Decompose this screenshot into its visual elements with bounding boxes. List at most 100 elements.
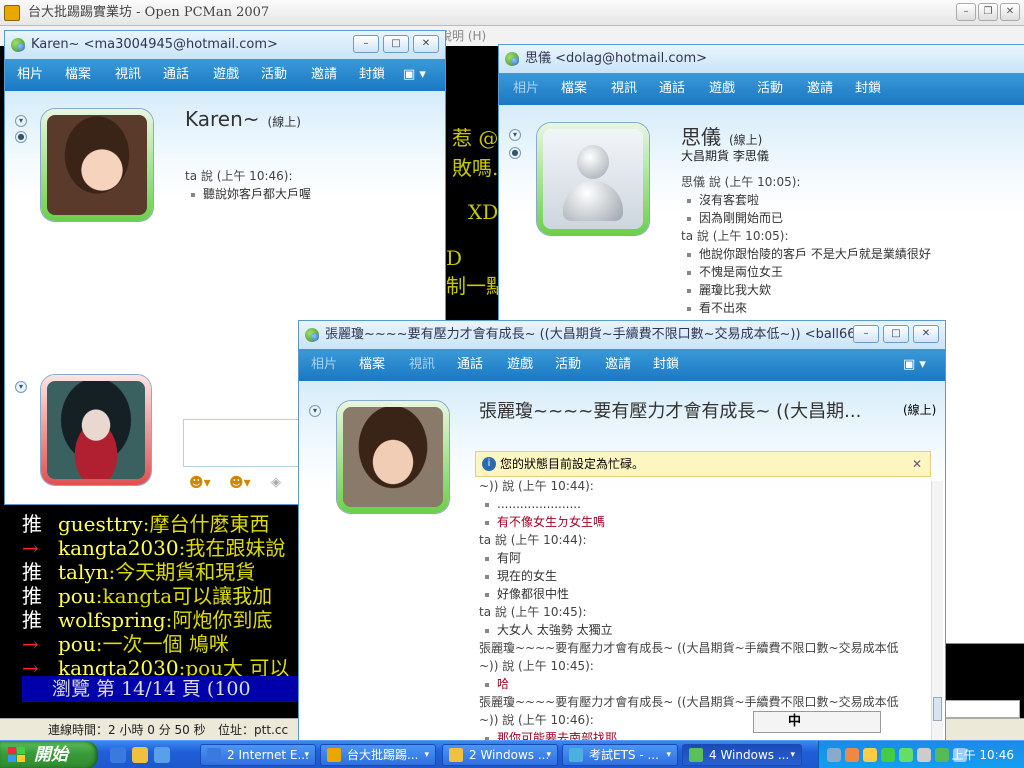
- menu-video[interactable]: 視訊: [409, 349, 435, 381]
- push-line: 推 pou:kangta可以讓我加: [22, 584, 272, 608]
- message-text: 哈: [479, 675, 925, 693]
- taskbar-button[interactable]: 2 Internet E... ▾: [200, 744, 316, 766]
- chat-title-bar[interactable]: 張麗瓊~~~~要有壓力才會有成長~ ((大昌期貨~手續費不限口數~交易成本低~)…: [299, 321, 945, 349]
- msn-buddy-icon: [305, 328, 319, 342]
- tray-icon[interactable]: [863, 748, 877, 762]
- tray-icon[interactable]: [845, 748, 859, 762]
- collapse-icon[interactable]: ▾: [15, 381, 27, 393]
- menu-block[interactable]: 封鎖: [653, 349, 679, 381]
- menu-activities[interactable]: 活動: [757, 73, 783, 105]
- maximize-button[interactable]: □: [383, 35, 409, 53]
- message-text: 聽說妳客戶都大戶喔: [185, 185, 311, 203]
- menu-games[interactable]: 遊戲: [213, 59, 239, 91]
- contact-name-text: 思儀: [681, 125, 721, 149]
- webcam-icon[interactable]: ●: [509, 147, 521, 159]
- menu-more-icon[interactable]: ▣ ▾: [403, 59, 426, 91]
- message-text: 有不像女生ㄉ女生嗎: [479, 513, 925, 531]
- message-text: 因為剛開始而已: [681, 209, 931, 227]
- message-sender: 思儀 說 (上午 10:05):: [681, 175, 801, 189]
- push-user: kangta2030: [58, 536, 179, 560]
- system-tray: 上午 10:46: [818, 741, 1024, 768]
- chat-toolbar: 相片 檔案 視訊 通話 遊戲 活動 邀請 封鎖 ▣ ▾: [5, 59, 445, 91]
- gear-quicklaunch-icon[interactable]: [132, 747, 148, 763]
- browser-quicklaunch-icon[interactable]: [154, 747, 170, 763]
- nudge-icon[interactable]: ◈: [271, 475, 281, 490]
- conversation: ta 說 (上午 10:46): 聽說妳客戶都大戶喔: [185, 167, 311, 203]
- emoticon-icon[interactable]: ☻▾: [189, 475, 211, 491]
- close-button[interactable]: ✕: [913, 325, 939, 343]
- terminal-pager: 瀏覽 第 14/14 頁 (100: [22, 676, 322, 702]
- taskbar-button[interactable]: 4 Windows ... ▾: [682, 744, 802, 766]
- pcman-title-bar[interactable]: 台大批踢踢實業坊 - Open PCMan 2007 – ❐ ✕: [0, 0, 1024, 26]
- menu-more-icon[interactable]: ▣ ▾: [903, 349, 926, 381]
- close-button[interactable]: ✕: [1000, 3, 1020, 21]
- menu-activities[interactable]: 活動: [261, 59, 287, 91]
- chat-title-bar[interactable]: Karen~ <ma3004945@hotmail.com> – □ ✕: [5, 31, 445, 59]
- minimize-button[interactable]: –: [956, 3, 976, 21]
- taskbar-app-icon: [449, 748, 463, 762]
- taskbar-button[interactable]: 台大批踢踢... ▾: [320, 744, 436, 766]
- message-text: 不愧是兩位女王: [681, 263, 931, 281]
- menu-block[interactable]: 封鎖: [359, 59, 385, 91]
- conversation-scrollbar[interactable]: [931, 481, 943, 743]
- window-title: 思儀 <dolag@hotmail.com>: [525, 51, 707, 66]
- tray-icon[interactable]: [899, 748, 913, 762]
- menu-call[interactable]: 通話: [659, 73, 685, 105]
- menu-photos[interactable]: 相片: [311, 349, 337, 381]
- menu-activities[interactable]: 活動: [555, 349, 581, 381]
- tray-icon[interactable]: [935, 748, 949, 762]
- contact-photo: [47, 115, 147, 215]
- tray-icon[interactable]: [881, 748, 895, 762]
- menu-games[interactable]: 遊戲: [507, 349, 533, 381]
- contact-avatar[interactable]: [41, 109, 153, 221]
- taskbar-app-icon: [327, 748, 341, 762]
- webcam-icon[interactable]: ●: [15, 131, 27, 143]
- chevron-down-icon: ▾: [666, 750, 671, 760]
- minimize-button[interactable]: –: [353, 35, 379, 53]
- chat-title-bar[interactable]: 思儀 <dolag@hotmail.com>: [499, 45, 1024, 73]
- menu-file[interactable]: 檔案: [359, 349, 385, 381]
- menu-block[interactable]: 封鎖: [855, 73, 881, 105]
- menu-photos[interactable]: 相片: [513, 73, 539, 105]
- menu-call[interactable]: 通話: [163, 59, 189, 91]
- menu-invite[interactable]: 邀請: [807, 73, 833, 105]
- my-avatar[interactable]: [41, 375, 151, 485]
- maximize-button[interactable]: □: [883, 325, 909, 343]
- push-tag: →: [22, 536, 39, 560]
- collapse-icon[interactable]: ▾: [509, 129, 521, 141]
- tray-icon[interactable]: [917, 748, 931, 762]
- collapse-icon[interactable]: ▾: [15, 115, 27, 127]
- tray-icon[interactable]: [827, 748, 841, 762]
- menu-file[interactable]: 檔案: [65, 59, 91, 91]
- start-button[interactable]: 開始: [0, 741, 98, 768]
- dismiss-icon[interactable]: ✕: [912, 452, 922, 476]
- menu-call[interactable]: 通話: [457, 349, 483, 381]
- close-button[interactable]: ✕: [413, 35, 439, 53]
- menu-invite[interactable]: 邀請: [605, 349, 631, 381]
- busy-notice-bar: i 您的狀態目前設定為忙碌。 ✕: [475, 451, 931, 477]
- taskbar-app-icon: [569, 748, 583, 762]
- menu-help[interactable]: 說明 (H): [440, 26, 486, 46]
- my-photo: [47, 381, 145, 479]
- maximize-button[interactable]: ❐: [978, 3, 998, 21]
- chevron-down-icon: ▾: [424, 750, 429, 760]
- push-user: pou: [58, 584, 96, 608]
- wink-icon[interactable]: ☻▾: [229, 475, 251, 491]
- contact-status: (線上): [267, 115, 301, 129]
- menu-photos[interactable]: 相片: [17, 59, 43, 91]
- taskbar-button[interactable]: 2 Windows ... ▾: [442, 744, 558, 766]
- contact-avatar[interactable]: [337, 401, 449, 513]
- menu-video[interactable]: 視訊: [115, 59, 141, 91]
- message-text: 沒有客套啦: [681, 191, 931, 209]
- menu-video[interactable]: 視訊: [611, 73, 637, 105]
- ie-quicklaunch-icon[interactable]: [110, 747, 126, 763]
- minimize-button[interactable]: –: [853, 325, 879, 343]
- menu-invite[interactable]: 邀請: [311, 59, 337, 91]
- menu-file[interactable]: 檔案: [561, 73, 587, 105]
- taskbar-button[interactable]: 考試ETS - ... ▾: [562, 744, 678, 766]
- contact-avatar[interactable]: [537, 123, 649, 235]
- ime-toolbar[interactable]: 中: [753, 711, 881, 733]
- push-line: → kangta2030:我在跟妹說: [22, 536, 285, 560]
- menu-games[interactable]: 遊戲: [709, 73, 735, 105]
- collapse-icon[interactable]: ▾: [309, 405, 321, 417]
